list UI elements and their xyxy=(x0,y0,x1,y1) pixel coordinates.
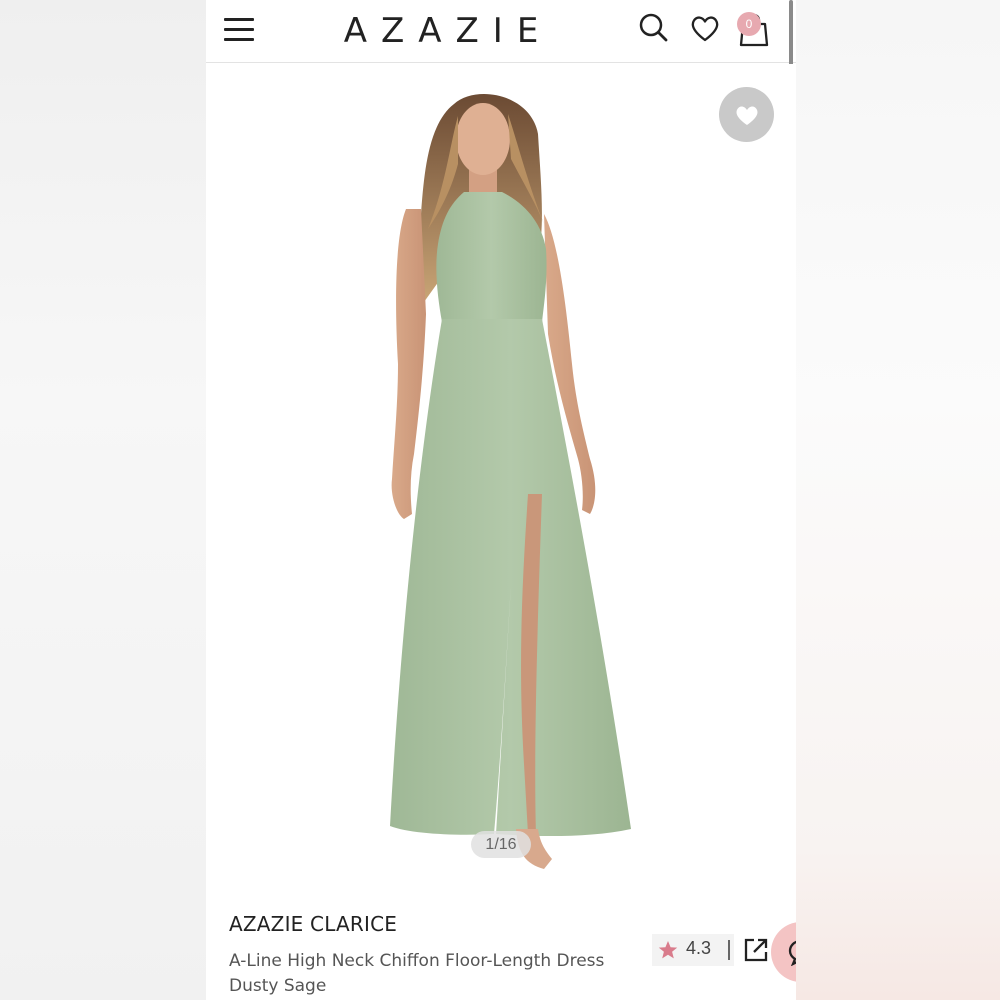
chat-icon xyxy=(788,940,796,966)
background-right xyxy=(796,0,1000,1000)
product-color-name: Dusty Sage xyxy=(229,976,327,996)
heart-icon xyxy=(736,106,758,125)
site-header: AZAZIE 0 xyxy=(206,0,796,63)
product-description: A-Line High Neck Chiffon Floor-Length Dr… xyxy=(229,949,649,999)
image-counter: 1/16 xyxy=(471,831,531,858)
product-style: A-Line High Neck Chiffon Floor-Length Dr… xyxy=(229,951,605,971)
chat-button[interactable] xyxy=(771,922,796,982)
search-icon[interactable] xyxy=(638,12,670,44)
favorite-button[interactable] xyxy=(719,87,774,142)
wishlist-heart-icon[interactable] xyxy=(689,12,721,44)
cart-count-badge: 0 xyxy=(737,12,761,36)
background-left xyxy=(0,0,206,1000)
mobile-page: AZAZIE 0 1/16 AZAZIE CLARICE A-Line High… xyxy=(206,0,796,1000)
star-icon xyxy=(658,940,678,964)
menu-icon[interactable] xyxy=(224,16,256,44)
site-logo[interactable]: AZAZIE xyxy=(340,8,556,54)
rating-value: 4.3 xyxy=(686,938,712,958)
product-name: AZAZIE CLARICE xyxy=(229,912,398,936)
divider xyxy=(728,940,730,960)
product-image[interactable] xyxy=(206,64,796,894)
share-icon[interactable] xyxy=(743,937,769,963)
